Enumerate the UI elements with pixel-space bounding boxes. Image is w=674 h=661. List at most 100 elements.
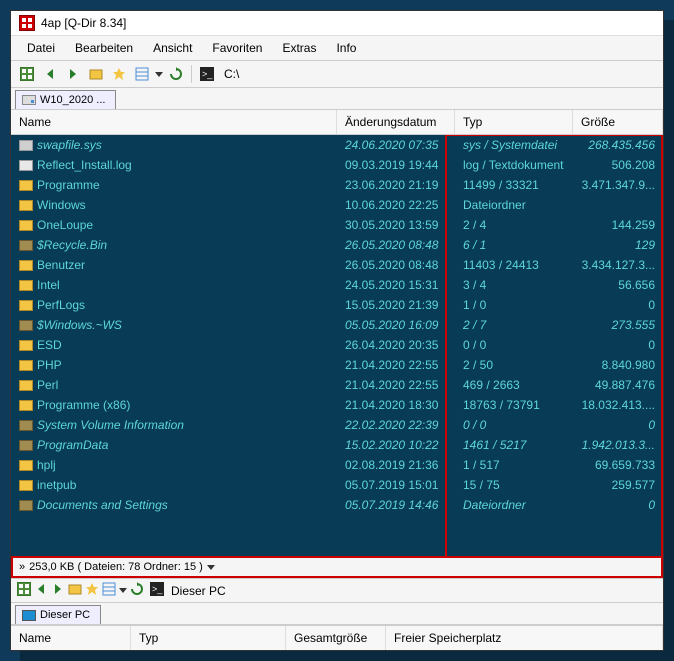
menu-datei[interactable]: Datei	[17, 38, 65, 58]
file-name: $Recycle.Bin	[37, 238, 107, 252]
table-row[interactable]: swapfile.sys24.06.2020 07:35sys / System…	[11, 135, 663, 155]
tab-row-top: W10_2020 ...	[11, 88, 663, 110]
view-dropdown-icon[interactable]	[155, 72, 163, 77]
svg-text:>_: >_	[202, 69, 213, 79]
layout-icon[interactable]	[17, 64, 37, 84]
menu-extras[interactable]: Extras	[272, 38, 326, 58]
table-row[interactable]: Documents and Settings05.07.2019 14:46Da…	[11, 495, 663, 515]
table-row[interactable]: Benutzer26.05.2020 08:4811403 / 244133.4…	[11, 255, 663, 275]
folder-icon	[19, 460, 33, 471]
back-icon[interactable]	[40, 64, 60, 84]
folder-icon	[19, 260, 33, 271]
refresh-icon[interactable]	[130, 582, 144, 599]
table-row[interactable]: Programme23.06.2020 21:1911499 / 333213.…	[11, 175, 663, 195]
file-list[interactable]: swapfile.sys24.06.2020 07:35sys / System…	[11, 135, 663, 556]
file-name: Benutzer	[37, 258, 85, 272]
explorer-icon[interactable]	[86, 64, 106, 84]
file-type: 0 / 0	[455, 417, 573, 433]
file-date: 05.07.2019 14:46	[337, 497, 455, 513]
bottom-toolbar: >_ Dieser PC	[11, 579, 663, 603]
tab-computer[interactable]: Dieser PC	[15, 605, 101, 624]
file-name: System Volume Information	[37, 418, 184, 432]
table-row[interactable]: ESD26.04.2020 20:350 / 00	[11, 335, 663, 355]
file-date: 21.04.2020 22:55	[337, 357, 455, 373]
favorites-icon[interactable]	[109, 64, 129, 84]
menu-bearbeiten[interactable]: Bearbeiten	[65, 38, 143, 58]
file-type: sys / Systemdatei	[455, 137, 573, 153]
header-date[interactable]: Änderungsdatum	[337, 110, 455, 134]
table-row[interactable]: OneLoupe30.05.2020 13:592 / 4144.259	[11, 215, 663, 235]
file-size: 129	[573, 237, 663, 253]
file-date: 26.05.2020 08:48	[337, 237, 455, 253]
table-row[interactable]: inetpub05.07.2019 15:0115 / 75259.577	[11, 475, 663, 495]
file-date: 30.05.2020 13:59	[337, 217, 455, 233]
layout-icon[interactable]	[17, 582, 31, 599]
folder-icon	[19, 500, 33, 511]
table-row[interactable]: System Volume Information 22.02.2020 22:3…	[11, 415, 663, 435]
bheader-name[interactable]: Name	[11, 626, 131, 650]
bheader-total[interactable]: Gesamtgröße	[286, 626, 386, 650]
table-row[interactable]: $Windows.~WS05.05.2020 16:092 / 7273.555	[11, 315, 663, 335]
table-row[interactable]: hplj02.08.2019 21:361 / 51769.659.733	[11, 455, 663, 475]
tab-drive[interactable]: W10_2020 ...	[15, 90, 116, 109]
file-date: 15.02.2020 10:22	[337, 437, 455, 453]
header-size[interactable]: Größe	[573, 110, 663, 134]
folder-icon	[19, 320, 33, 331]
header-type[interactable]: Typ	[455, 110, 573, 134]
terminal-icon[interactable]: >_	[150, 582, 164, 599]
table-row[interactable]: Perl21.04.2020 22:55469 / 266349.887.476	[11, 375, 663, 395]
file-name: inetpub	[37, 478, 76, 492]
menu-favoriten[interactable]: Favoriten	[202, 38, 272, 58]
file-date: 23.06.2020 21:19	[337, 177, 455, 193]
menu-info[interactable]: Info	[326, 38, 366, 58]
file-name: Reflect_Install.log	[37, 158, 132, 172]
column-headers: Name Änderungsdatum Typ Größe	[11, 110, 663, 135]
file-size: 1.942.013.3...	[573, 437, 663, 453]
terminal-icon[interactable]: >_	[197, 64, 217, 84]
file-type: log / Textdokument	[455, 157, 573, 173]
tab-row-bottom: Dieser PC	[11, 603, 663, 625]
view-dropdown-icon[interactable]	[119, 588, 127, 593]
forward-icon[interactable]	[63, 64, 83, 84]
file-size: 506.208	[573, 157, 663, 173]
status-dropdown-icon[interactable]	[207, 565, 215, 570]
table-row[interactable]: Reflect_Install.log09.03.2019 19:44log /…	[11, 155, 663, 175]
file-date: 24.05.2020 15:31	[337, 277, 455, 293]
file-icon	[19, 140, 33, 151]
file-type: 11499 / 33321	[455, 177, 573, 193]
file-date: 15.05.2020 21:39	[337, 297, 455, 313]
bottom-headers: Name Typ Gesamtgröße Freier Speicherplat…	[11, 625, 663, 650]
forward-icon[interactable]	[51, 582, 65, 599]
refresh-icon[interactable]	[166, 64, 186, 84]
window-title: 4ap [Q-Dir 8.34]	[41, 16, 126, 30]
table-row[interactable]: PerfLogs15.05.2020 21:391 / 00	[11, 295, 663, 315]
table-row[interactable]: PHP21.04.2020 22:552 / 508.840.980	[11, 355, 663, 375]
bheader-free[interactable]: Freier Speicherplatz	[386, 626, 663, 650]
file-name: $Windows.~WS	[37, 318, 122, 332]
file-size: 273.555	[573, 317, 663, 333]
table-row[interactable]: Intel24.05.2020 15:313 / 456.656	[11, 275, 663, 295]
table-row[interactable]: Programme (x86)21.04.2020 18:3018763 / 7…	[11, 395, 663, 415]
header-name[interactable]: Name	[11, 110, 337, 134]
table-row[interactable]: Windows10.06.2020 22:25Dateiordner	[11, 195, 663, 215]
menu-ansicht[interactable]: Ansicht	[143, 38, 202, 58]
favorites-icon[interactable]	[85, 582, 99, 599]
folder-icon	[19, 440, 33, 451]
file-size: 0	[573, 497, 663, 513]
file-name: ESD	[37, 338, 62, 352]
bheader-type[interactable]: Typ	[131, 626, 286, 650]
file-type: 18763 / 73791	[455, 397, 573, 413]
file-size: 49.887.476	[573, 377, 663, 393]
monitor-icon	[22, 610, 36, 621]
back-icon[interactable]	[34, 582, 48, 599]
status-bar[interactable]: » 253,0 KB ( Dateien: 78 Ordner: 15 )	[11, 556, 663, 578]
folder-icon	[19, 200, 33, 211]
table-row[interactable]: ProgramData15.02.2020 10:221461 / 52171.…	[11, 435, 663, 455]
view-icon[interactable]	[102, 582, 116, 599]
file-date: 22.02.2020 22:39	[337, 417, 455, 433]
file-name: Intel	[37, 278, 60, 292]
folder-icon	[19, 400, 33, 411]
view-icon[interactable]	[132, 64, 152, 84]
explorer-icon[interactable]	[68, 582, 82, 599]
table-row[interactable]: $Recycle.Bin26.05.2020 08:486 / 1129	[11, 235, 663, 255]
